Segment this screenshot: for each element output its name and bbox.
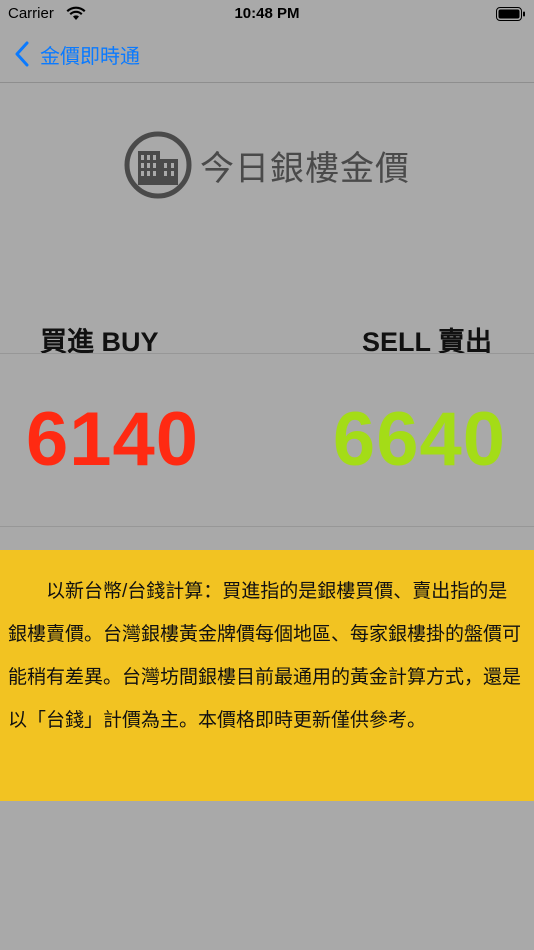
info-text: 以新台幣/台錢計算：買進指的是銀樓買價、賣出指的是銀樓賣價。台灣銀樓黃金牌價每個…	[8, 581, 522, 731]
header-logo: 今日銀樓金價	[0, 130, 534, 200]
divider	[0, 526, 534, 527]
buy-price-value: 6140	[26, 397, 200, 482]
price-labels: 買進 BUY SELL 賣出	[0, 318, 534, 357]
divider	[0, 353, 534, 354]
chevron-left-icon	[15, 41, 29, 67]
back-button[interactable]: 金價即時通	[14, 38, 140, 70]
back-button-label: 金價即時通	[40, 45, 140, 68]
sell-price-value: 6640	[332, 397, 506, 482]
battery-icon	[496, 7, 525, 21]
status-time: 10:48 PM	[234, 5, 300, 22]
navigation-bar: 金價即時通	[0, 28, 534, 83]
building-icon	[124, 131, 192, 199]
status-bar: Carrier 10:48 PM	[0, 0, 534, 28]
page-title: 今日銀樓金價	[200, 149, 410, 188]
info-panel: 以新台幣/台錢計算：買進指的是銀樓買價、賣出指的是銀樓賣價。台灣銀樓黃金牌價每個…	[0, 550, 534, 801]
